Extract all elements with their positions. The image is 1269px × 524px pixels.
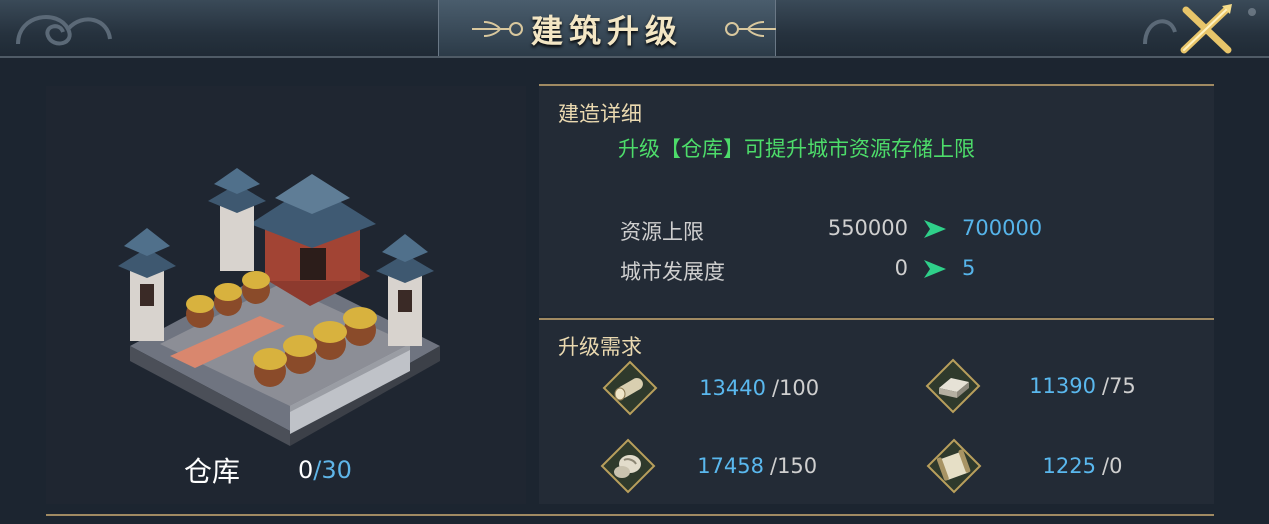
increase-arrow-icon: [924, 260, 946, 278]
title-ornament-left-icon: [472, 21, 523, 37]
requirement-have-wood: 13440: [699, 376, 766, 400]
building-level: 0/30: [298, 456, 352, 484]
requirement-need-iron: /75: [1102, 374, 1136, 398]
cloud-swirl-ornament-right: [1143, 19, 1177, 45]
requirement-have-scroll: 1225: [1042, 454, 1096, 478]
bottom-divider: [46, 514, 1214, 516]
requirement-need-scroll: /0: [1102, 454, 1123, 478]
wood-log-icon[interactable]: [602, 360, 658, 416]
stone-ore-icon[interactable]: [600, 438, 656, 494]
details-section-title: 建造详细: [558, 102, 642, 126]
level-current: 0: [298, 456, 314, 484]
requirement-have-iron: 11390: [1029, 374, 1096, 398]
stat-old-resource-cap: 550000: [827, 216, 908, 240]
upgrade-description: 升级【仓库】可提升城市资源存储上限: [618, 137, 975, 161]
scroll-order-icon[interactable]: [926, 438, 982, 494]
stat-label-city-development: 城市发展度: [620, 260, 725, 284]
stat-old-city-development: 0: [894, 256, 908, 280]
building-name: 仓库: [184, 455, 241, 488]
decorative-pin: [1248, 8, 1256, 16]
tower-left: [118, 228, 176, 341]
requirements-section-title: 升级需求: [558, 335, 642, 359]
stat-label-resource-cap: 资源上限: [620, 220, 704, 244]
warehouse-building-illustration: [118, 168, 440, 446]
close-button[interactable]: [1176, 2, 1236, 56]
requirement-need-wood: /100: [772, 376, 820, 400]
building-preview-panel: 仓库 0/30: [46, 86, 526, 504]
stat-new-city-development: 5: [962, 256, 976, 280]
cloud-swirl-ornament-left: [16, 15, 112, 46]
title-bar: 建筑升级: [0, 0, 1269, 58]
crossed-swords-close-icon: [1180, 4, 1232, 54]
title-ornament-right-icon: [725, 21, 776, 37]
increase-arrow-icon: [924, 220, 946, 238]
requirement-have-stone: 17458: [697, 454, 764, 478]
requirement-need-stone: /150: [770, 454, 818, 478]
stat-new-resource-cap: 700000: [962, 216, 1043, 240]
level-max: /30: [313, 456, 352, 484]
iron-ingot-icon[interactable]: [925, 358, 981, 414]
